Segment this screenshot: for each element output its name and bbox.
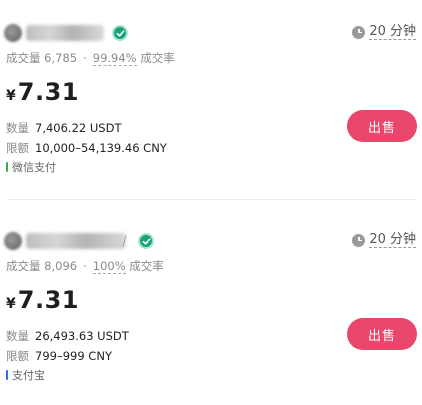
avatar[interactable] — [4, 24, 22, 42]
limit-row: 限额 10,000–54,139.46 CNY — [6, 140, 167, 156]
volume-value: 8,096 — [44, 259, 78, 273]
stats-separator: · — [83, 51, 87, 65]
quantity-row: 数量 7,406.22 USDT — [6, 120, 121, 136]
sell-button[interactable]: 出售 — [347, 110, 417, 142]
sell-button[interactable]: 出售 — [347, 318, 417, 350]
completion-rate: 99.94% — [92, 50, 137, 66]
limit-row: 限额 799–999 CNY — [6, 348, 112, 364]
volume-value: 6,785 — [44, 51, 78, 65]
limit-value: 799–999 CNY — [35, 349, 112, 363]
time-limit-text: 20 分钟 — [369, 24, 416, 40]
merchant-name-blurred[interactable] — [26, 25, 104, 41]
clock-icon — [352, 25, 366, 39]
volume-label: 成交量 — [6, 259, 41, 273]
alipay-icon — [6, 370, 8, 380]
merchant-listing: 20 分钟 成交量 6,785 · 99.94% 成交率 ¥ 7.31 数量 7… — [0, 0, 422, 200]
quantity-label: 数量 — [6, 121, 29, 135]
currency-symbol: ¥ — [6, 296, 16, 312]
stats-separator: · — [83, 259, 87, 273]
completion-label: 成交率 — [140, 51, 175, 65]
merchant-stats: 成交量 8,096 · 100% 成交率 — [6, 258, 164, 274]
limit-label: 限额 — [6, 349, 29, 363]
time-limit-text: 20 分钟 — [369, 232, 416, 248]
completion-rate: 100% — [92, 258, 126, 274]
clock-icon — [352, 233, 366, 247]
merchant-stats: 成交量 6,785 · 99.94% 成交率 — [6, 50, 175, 66]
merchant-listing: 20 分钟 成交量 8,096 · 100% 成交率 ¥ 7.31 数量 26,… — [0, 208, 422, 405]
merchant-name-blurred[interactable] — [26, 233, 126, 249]
quantity-value: 7,406.22 USDT — [35, 121, 122, 135]
payment-method: 微信支付 — [6, 159, 56, 175]
verified-icon — [138, 233, 154, 249]
payment-time-limit[interactable]: 20 分钟 — [352, 232, 416, 248]
price: ¥ 7.31 — [6, 78, 79, 106]
quantity-value: 26,493.63 USDT — [35, 329, 129, 343]
payment-time-limit[interactable]: 20 分钟 — [352, 24, 416, 40]
payment-method-label: 支付宝 — [12, 369, 45, 382]
merchant-info[interactable] — [4, 22, 128, 44]
payment-method-label: 微信支付 — [12, 161, 56, 174]
divider — [8, 199, 416, 200]
wechat-pay-icon — [6, 162, 8, 172]
price: ¥ 7.31 — [6, 286, 79, 314]
limit-value: 10,000–54,139.46 CNY — [35, 141, 167, 155]
completion-label: 成交率 — [129, 259, 164, 273]
merchant-info[interactable] — [4, 230, 154, 252]
avatar[interactable] — [4, 232, 22, 250]
currency-symbol: ¥ — [6, 88, 16, 104]
quantity-label: 数量 — [6, 329, 29, 343]
verified-icon — [112, 25, 128, 41]
volume-label: 成交量 — [6, 51, 41, 65]
payment-method: 支付宝 — [6, 367, 45, 383]
price-value: 7.31 — [17, 286, 79, 314]
limit-label: 限额 — [6, 141, 29, 155]
quantity-row: 数量 26,493.63 USDT — [6, 328, 129, 344]
price-value: 7.31 — [17, 78, 79, 106]
